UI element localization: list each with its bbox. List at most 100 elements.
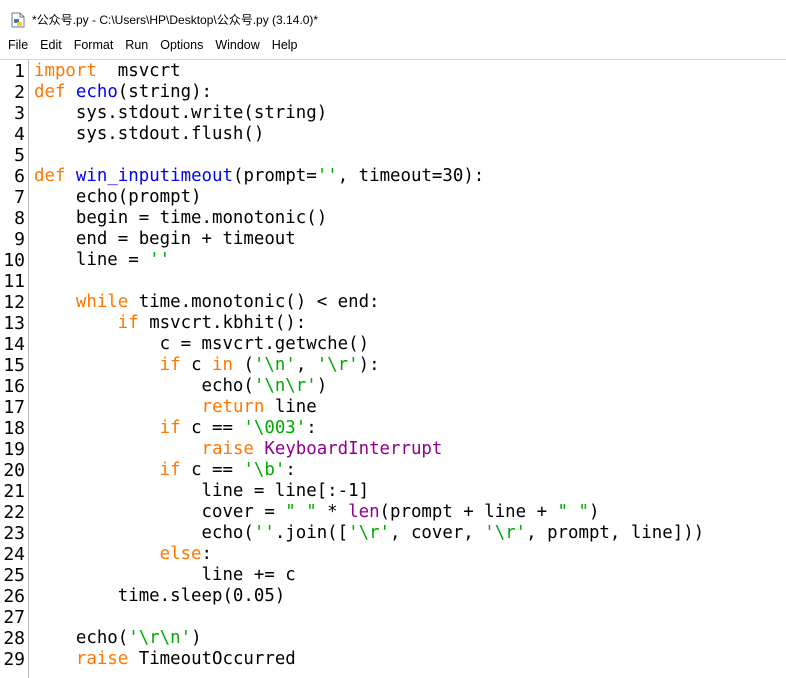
menu-window[interactable]: Window <box>209 34 265 56</box>
keyword-token: in <box>212 355 233 375</box>
code-token: TimeoutOccurred <box>128 649 296 669</box>
code-token: , <box>295 355 317 375</box>
line-number: 24 <box>3 544 25 565</box>
code-line[interactable]: line = line[:-1] <box>34 481 370 502</box>
code-token: ) <box>316 376 328 396</box>
line-number-gutter: 1 2 3 4 5 6 7 8 9 10 11 12 13 14 15 16 17 18 19 20 21 22 23 24 2… <box>0 60 29 678</box>
code-token: echo( <box>34 376 254 396</box>
string-token: '\n' <box>253 355 296 375</box>
code-token: ) <box>588 502 600 522</box>
line-number: 15 <box>3 355 25 376</box>
definition-name-token: win_inputimeout <box>75 166 233 186</box>
string-token: '\r' <box>316 355 359 375</box>
keyword-token: if <box>159 460 181 480</box>
menu-bar: File Edit Format Run Options Window Help <box>0 34 786 56</box>
definition-name-token: echo <box>75 82 118 102</box>
code-token: , timeout=30): <box>337 166 485 186</box>
line-number: 25 <box>3 565 25 586</box>
code-token: line <box>264 397 317 417</box>
code-line[interactable]: end = begin + timeout <box>34 229 296 250</box>
code-line[interactable]: line = '' <box>34 250 170 271</box>
code-line[interactable]: time.sleep(0.05) <box>34 586 286 607</box>
menu-run[interactable]: Run <box>119 34 154 56</box>
code-token: (prompt= <box>232 166 317 186</box>
keyword-token: else <box>159 544 202 564</box>
menu-edit[interactable]: Edit <box>34 34 68 56</box>
code-line[interactable]: sys.stdout.write(string) <box>34 103 327 124</box>
line-number: 18 <box>3 418 25 439</box>
code-token: echo( <box>34 523 254 543</box>
keyword-token: def <box>34 166 66 186</box>
code-token: cover = <box>34 502 286 522</box>
line-number: 1 <box>14 61 25 82</box>
string-token: '' <box>253 523 275 543</box>
code-line[interactable]: line += c <box>34 565 296 586</box>
line-number: 16 <box>3 376 25 397</box>
code-token: c = msvcrt.getwche() <box>34 334 370 354</box>
code-token: ): <box>358 355 380 375</box>
code-token: (prompt + line + <box>379 502 558 522</box>
code-line[interactable]: return line <box>34 397 317 418</box>
code-line[interactable]: if msvcrt.kbhit(): <box>34 313 306 334</box>
string-token: '\r' <box>484 523 527 543</box>
code-line[interactable]: else: <box>34 544 212 565</box>
code-line[interactable]: echo(prompt) <box>34 187 202 208</box>
keyword-token: while <box>75 292 129 312</box>
code-line[interactable]: echo('\r\n') <box>34 628 202 649</box>
code-line[interactable]: echo('\n\r') <box>34 376 328 397</box>
keyword-token: if <box>159 355 181 375</box>
line-number: 8 <box>14 208 25 229</box>
code-area[interactable]: import msvcrt def echo(string): sys.stdou… <box>34 60 786 678</box>
code-line[interactable]: c = msvcrt.getwche() <box>34 334 369 355</box>
title-bar[interactable]: *公众号.py - C:\Users\HP\Desktop\公众号.py (3.… <box>0 5 786 34</box>
code-line[interactable]: if c == '\b': <box>34 460 296 481</box>
code-token: c == <box>180 460 244 480</box>
code-token: ) <box>191 628 202 648</box>
line-number: 21 <box>3 481 25 502</box>
menu-help[interactable]: Help <box>266 34 304 56</box>
code-line[interactable]: cover = " " * len(prompt + line + " ") <box>34 502 600 523</box>
string-token: '\b' <box>243 460 286 480</box>
line-number: 11 <box>3 271 25 292</box>
code-line[interactable]: raise KeyboardInterrupt <box>34 439 443 460</box>
line-number: 3 <box>14 103 25 124</box>
menu-file[interactable]: File <box>0 34 34 56</box>
code-line[interactable]: sys.stdout.flush() <box>34 124 264 145</box>
keyword-token: def <box>34 82 66 102</box>
code-line[interactable]: begin = time.monotonic() <box>34 208 327 229</box>
code-line[interactable]: def win_inputimeout(prompt='', timeout=3… <box>34 166 484 187</box>
code-token: c <box>180 355 213 375</box>
code-token: msvcrt.kbhit(): <box>138 313 307 333</box>
code-line[interactable]: def echo(string): <box>34 82 212 103</box>
code-token: : <box>306 418 317 438</box>
menu-options[interactable]: Options <box>154 34 209 56</box>
code-line[interactable]: if c == '\003': <box>34 418 317 439</box>
code-token: end = begin + timeout <box>34 229 296 249</box>
code-token: echo( <box>34 628 129 648</box>
code-token: sys.stdout.write(string) <box>34 103 328 123</box>
keyword-token: if <box>117 313 139 333</box>
string-token: '' <box>316 166 338 186</box>
line-number: 20 <box>3 460 25 481</box>
code-line[interactable]: import msvcrt <box>34 61 181 82</box>
string-token: '' <box>149 250 171 270</box>
code-editor[interactable]: 1 2 3 4 5 6 7 8 9 10 11 12 13 14 15 16 17 18 19 20 21 22 23 24 2… <box>0 59 786 678</box>
code-line[interactable]: raise TimeoutOccurred <box>34 649 296 670</box>
code-token: ( <box>232 355 254 375</box>
menu-format[interactable]: Format <box>68 34 120 56</box>
code-token: sys.stdout.flush() <box>34 124 265 144</box>
code-line[interactable]: if c in ('\n', '\r'): <box>34 355 380 376</box>
code-line[interactable]: while time.monotonic() < end: <box>34 292 380 313</box>
line-number: 6 <box>14 166 25 187</box>
line-number: 7 <box>14 187 25 208</box>
code-line[interactable]: echo(''.join(['\r', cover, '\r', prompt,… <box>34 523 705 544</box>
